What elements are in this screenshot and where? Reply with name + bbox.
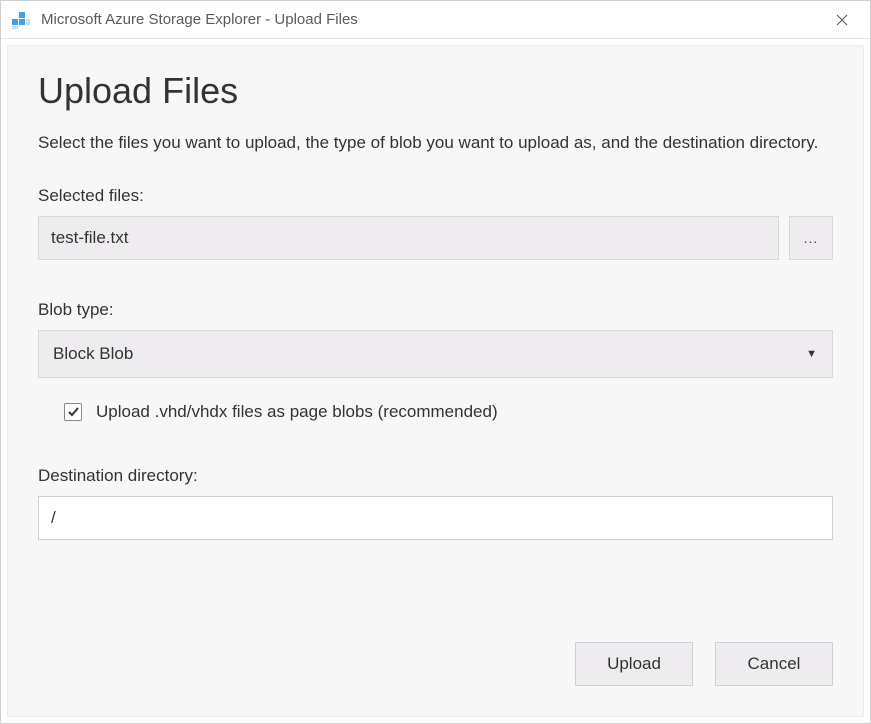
destination-directory-label: Destination directory: [38, 466, 833, 486]
browse-files-button[interactable]: ... [789, 216, 833, 260]
blob-type-select-wrap: Block Blob ▼ [38, 330, 833, 378]
vhd-checkbox-label: Upload .vhd/vhdx files as page blobs (re… [96, 402, 498, 422]
dialog-description: Select the files you want to upload, the… [38, 130, 833, 156]
checkmark-icon [67, 405, 80, 418]
upload-files-dialog: Microsoft Azure Storage Explorer - Uploa… [0, 0, 871, 724]
titlebar: Microsoft Azure Storage Explorer - Uploa… [1, 1, 870, 39]
selected-files-value: test-file.txt [51, 228, 128, 248]
dialog-heading: Upload Files [38, 70, 833, 112]
close-icon [836, 14, 848, 26]
close-button[interactable] [822, 5, 862, 35]
vhd-page-blob-checkbox[interactable] [64, 403, 82, 421]
dialog-content: Upload Files Select the files you want t… [7, 45, 864, 717]
selected-files-display: test-file.txt [38, 216, 779, 260]
cancel-button[interactable]: Cancel [715, 642, 833, 686]
azure-storage-explorer-icon [11, 10, 31, 30]
dialog-button-row: Upload Cancel [38, 642, 833, 686]
vhd-checkbox-row: Upload .vhd/vhdx files as page blobs (re… [64, 402, 833, 422]
window-title: Microsoft Azure Storage Explorer - Uploa… [41, 11, 822, 28]
destination-directory-input[interactable] [38, 496, 833, 540]
selected-files-label: Selected files: [38, 186, 833, 206]
selected-files-row: test-file.txt ... [38, 216, 833, 260]
blob-type-value: Block Blob [53, 344, 133, 364]
blob-type-select[interactable]: Block Blob [38, 330, 833, 378]
blob-type-label: Blob type: [38, 300, 833, 320]
upload-button[interactable]: Upload [575, 642, 693, 686]
